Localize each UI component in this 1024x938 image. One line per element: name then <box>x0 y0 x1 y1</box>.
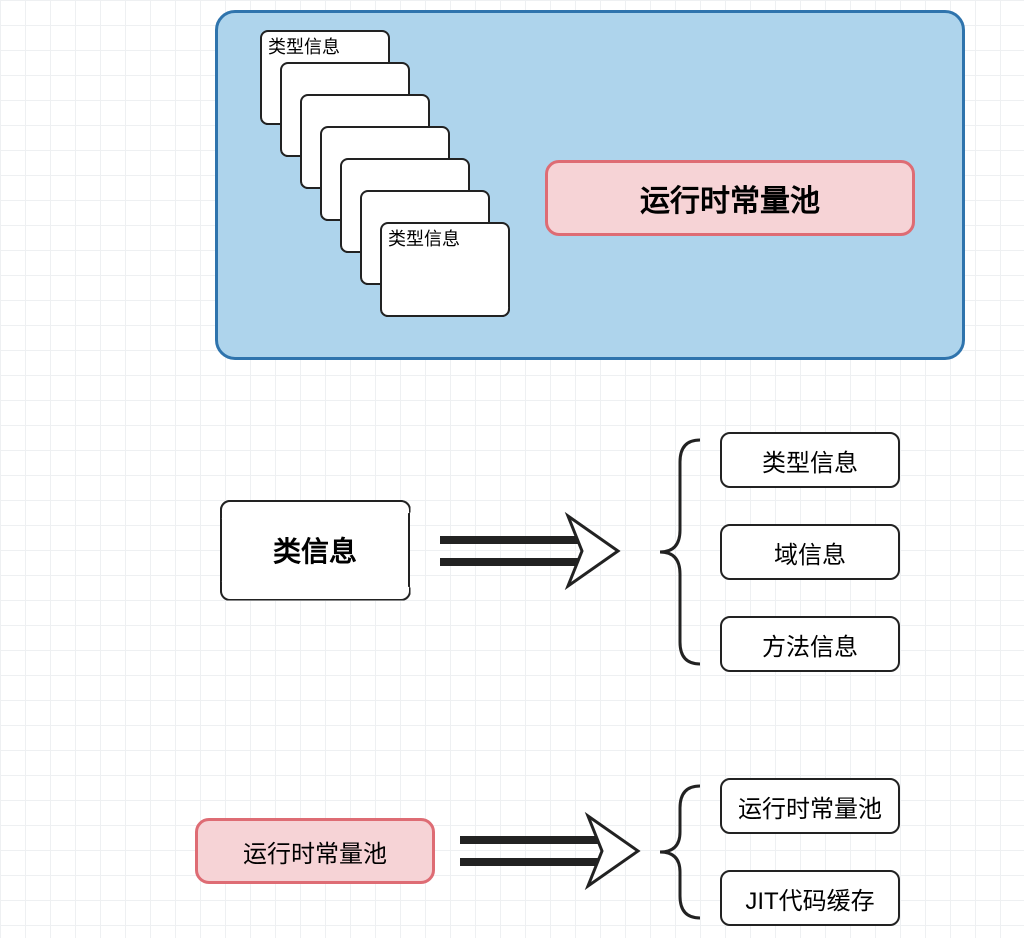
domain-info-box: 域信息 <box>720 524 900 580</box>
class-info-label: 类信息 <box>273 530 357 570</box>
runtime-constant-pool-label: 运行时常量池 <box>243 834 387 869</box>
list-label: 运行时常量池 <box>738 789 882 824</box>
type-info-doc: 类型信息 <box>380 222 510 317</box>
diagram-root: 类型信息 类型信息 运行时常量池 类信息 类型信息 域信息 方法信息 运行时常量… <box>0 0 1024 938</box>
runtime-constant-pool-label: 运行时常量池 <box>640 176 820 220</box>
brace-icon <box>660 786 700 918</box>
jit-cache-item: JIT代码缓存 <box>720 870 900 926</box>
list-label: JIT代码缓存 <box>745 881 874 916</box>
arrow-icon <box>440 516 618 586</box>
list-label: 方法信息 <box>762 627 858 662</box>
type-info-label: 类型信息 <box>268 37 340 57</box>
runtime-constant-pool-box: 运行时常量池 <box>545 160 915 236</box>
type-info-box: 类型信息 <box>720 432 900 488</box>
runtime-const-item: 运行时常量池 <box>720 778 900 834</box>
list-label: 域信息 <box>774 535 846 570</box>
list-label: 类型信息 <box>762 443 858 478</box>
brace-icon <box>660 440 700 664</box>
type-info-label: 类型信息 <box>388 229 460 249</box>
class-info-box: 类信息 <box>220 500 410 600</box>
method-info-box: 方法信息 <box>720 616 900 672</box>
arrow-icon <box>460 816 638 886</box>
runtime-constant-pool-box: 运行时常量池 <box>195 818 435 884</box>
